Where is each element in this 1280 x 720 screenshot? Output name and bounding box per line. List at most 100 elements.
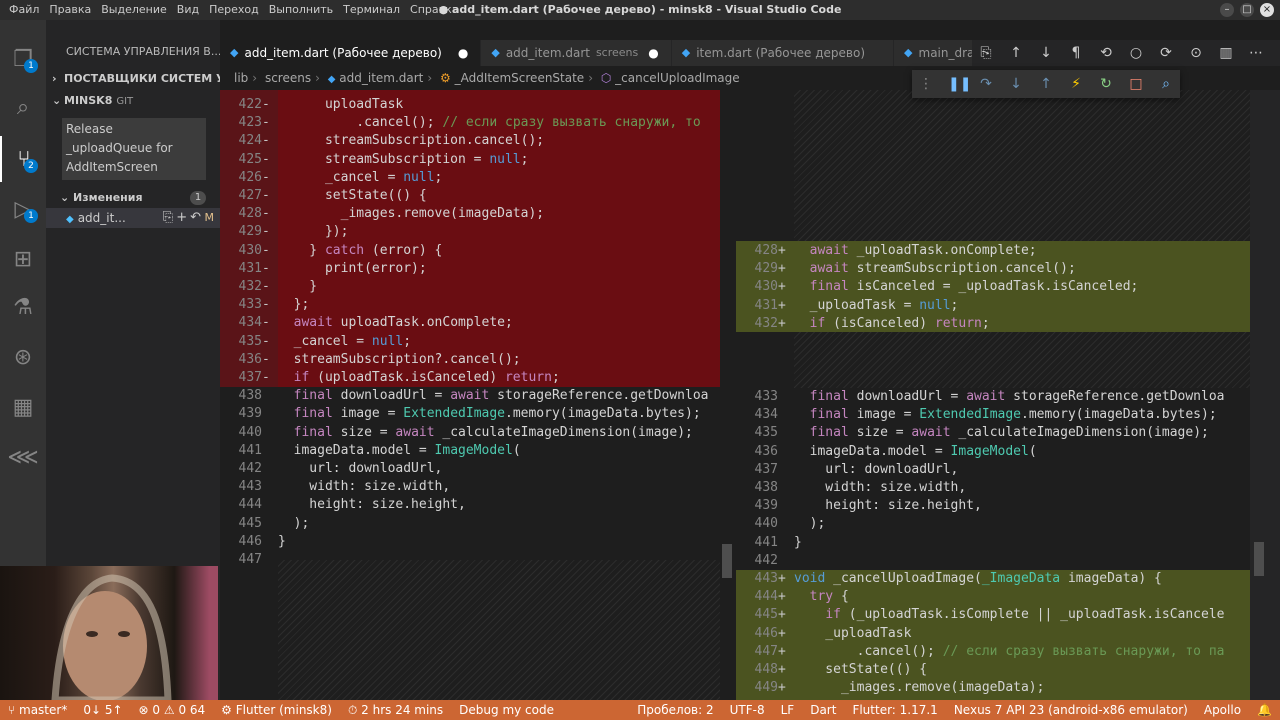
code-text: streamSubscription?.cancel(); — [278, 351, 521, 367]
docker-icon[interactable]: ▦ — [0, 384, 46, 430]
line-number: 438 — [238, 388, 262, 404]
encoding-status[interactable]: UTF-8 — [722, 700, 773, 720]
menu-item[interactable]: Правка — [44, 0, 96, 20]
menu-item[interactable]: Выполнить — [264, 0, 338, 20]
line-number: 440 — [238, 424, 262, 440]
open-file-icon[interactable]: ⎘ — [978, 45, 994, 61]
line-number: 430 — [238, 242, 262, 258]
menu-item[interactable]: Переход — [204, 0, 264, 20]
changed-file-name: add_it... — [77, 211, 126, 225]
step-over-icon[interactable]: ↷ — [978, 76, 994, 92]
stage-icon[interactable]: + — [176, 210, 190, 225]
code-text: await _uploadTask.onComplete; — [809, 243, 1037, 258]
device-status[interactable]: Nexus 7 API 23 (android-x86 emulator) — [946, 700, 1196, 720]
breadcrumb-item[interactable]: _AddItemScreenState — [455, 71, 585, 85]
indent-status[interactable]: Пробелов: 2 — [629, 700, 721, 720]
explorer-icon[interactable]: ❐ 1 — [0, 36, 46, 82]
notifications-icon[interactable]: 🔔 — [1249, 700, 1280, 720]
branch-status[interactable]: ⑂ master* — [0, 700, 75, 720]
repo-section[interactable]: ⌄ MINSK8 GIT — [46, 90, 220, 112]
editor-tab[interactable]: ◆ item.dart (Рабочее дерево) — [671, 40, 895, 66]
discard-icon[interactable]: ↶ — [190, 210, 204, 225]
restart-icon[interactable]: ↻ — [1098, 76, 1114, 92]
changed-file-item[interactable]: ◆ add_it... ⎘+↶ M — [46, 208, 220, 228]
flutter-icon[interactable]: ⋘ — [0, 434, 46, 480]
line-number: 426 — [238, 169, 262, 185]
menu-item[interactable]: Выделение — [96, 0, 172, 20]
go-back-icon[interactable]: ⟲ — [1098, 45, 1114, 61]
editor-tab[interactable]: ◆ main_drawer — [894, 40, 972, 66]
breadcrumb-item[interactable]: screens — [265, 71, 311, 85]
language-status[interactable]: Dart — [802, 700, 844, 720]
providers-section[interactable]: ›ПОСТАВЩИКИ СИСТЕМ УП... — [46, 68, 220, 90]
whitespace-icon[interactable]: ¶ — [1068, 45, 1084, 61]
run-debug-icon[interactable]: ▷ 1 — [0, 186, 46, 232]
scroll-thumb[interactable] — [722, 544, 732, 578]
code-text: await streamSubscription.cancel(); — [809, 261, 1076, 277]
flutter-status[interactable]: ⚙ Flutter (minsk8) — [213, 700, 340, 720]
diff-marker: + — [778, 589, 786, 605]
file-actions: ⎘+↶ — [163, 208, 204, 228]
scroll-thumb[interactable] — [1254, 542, 1264, 576]
step-out-icon[interactable]: ↑ — [1038, 76, 1054, 92]
commit-message-input[interactable]: Release _uploadQueue for AddItemScreen — [62, 118, 206, 180]
hot-reload-icon[interactable]: ⚡ — [1068, 76, 1084, 92]
editor-tab[interactable]: ◆ add_item.dart screens ● — [481, 40, 672, 66]
previous-change-icon[interactable]: ↑ — [1008, 45, 1024, 61]
next-change-icon[interactable]: ↓ — [1038, 45, 1054, 61]
debug-mode-status[interactable]: Debug my code — [451, 700, 562, 720]
go-forward-icon[interactable]: ⟳ — [1158, 45, 1174, 61]
split-editor-icon[interactable]: ▥ — [1218, 45, 1234, 61]
diff-modified-pane[interactable]: 428+ await _uploadTask.onComplete; 429+ a… — [736, 90, 1250, 700]
line-number: 444 — [238, 497, 262, 513]
breadcrumb-item[interactable]: lib — [234, 71, 248, 85]
minimize-button[interactable]: – — [1220, 3, 1234, 17]
pause-icon[interactable]: ❚❚ — [948, 76, 971, 92]
testing-icon[interactable]: ⚗ — [0, 284, 46, 330]
sync-status[interactable]: 0↓ 5↑ — [75, 700, 130, 720]
left-scrollbar[interactable] — [720, 90, 734, 700]
step-into-icon[interactable]: ↓ — [1008, 76, 1024, 92]
time-status[interactable]: ⏱ 2 hrs 24 mins — [340, 700, 451, 720]
open-file-icon[interactable]: ⎘ — [163, 210, 176, 225]
search-icon[interactable]: ⌕ — [0, 84, 46, 130]
diff-marker: - — [262, 224, 270, 240]
drag-handle-icon[interactable]: ⋮ — [918, 76, 934, 92]
close-button[interactable]: × — [1260, 3, 1274, 17]
circle-icon[interactable]: ○ — [1128, 45, 1144, 61]
diff-marker: - — [262, 97, 270, 112]
code-line: 434- await uploadTask.onComplete; — [220, 314, 734, 332]
code-line: 440 ); — [736, 515, 1250, 533]
line-number: 431 — [238, 260, 262, 276]
menu-item[interactable]: Вид — [172, 0, 204, 20]
extensions-icon[interactable]: ⊞ — [0, 236, 46, 282]
problems-status[interactable]: ⊗ 0 ⚠ 0 64 — [131, 700, 214, 720]
eol-status[interactable]: LF — [773, 700, 803, 720]
apollo-status[interactable]: Apollo — [1196, 700, 1249, 720]
breadcrumb-item[interactable]: add_item.dart — [339, 71, 423, 85]
maximize-button[interactable]: □ — [1240, 3, 1254, 17]
menu-item[interactable]: Файл — [4, 0, 44, 20]
right-scrollbar[interactable] — [1250, 90, 1280, 700]
git-graph-icon[interactable]: ⊛ — [0, 334, 46, 380]
source-control-icon[interactable]: ⑂ 2 — [0, 136, 46, 182]
git-lens-icon[interactable]: ⊙ — [1188, 45, 1204, 61]
editor-tab[interactable]: ◆ add_item.dart (Рабочее дерево) ● — [220, 40, 482, 66]
dart-file-icon: ◆ — [681, 46, 691, 59]
more-actions-icon[interactable]: ⋯ — [1248, 45, 1264, 61]
stop-icon[interactable]: □ — [1128, 76, 1144, 92]
diff-original-pane[interactable]: 422- uploadTask 423- .cancel(); // если с… — [220, 90, 734, 700]
breadcrumb-item[interactable]: _cancelUploadImage — [615, 71, 740, 85]
inspect-widget-icon[interactable]: ⌕ — [1158, 76, 1174, 92]
file-status: M — [204, 211, 215, 224]
code-line: 442 — [736, 552, 1250, 570]
unsaved-indicator[interactable]: ● — [458, 40, 468, 66]
menu-item[interactable]: Справка — [405, 0, 463, 20]
flutter-version-status[interactable]: Flutter: 1.17.1 — [844, 700, 945, 720]
code-text: setState(() { — [794, 662, 928, 677]
line-number: 442 — [238, 461, 262, 476]
empty-region — [794, 90, 1250, 241]
unsaved-indicator[interactable]: ● — [648, 40, 658, 66]
menu-item[interactable]: Терминал — [338, 0, 405, 20]
changes-group[interactable]: ⌄ Изменения 1 — [46, 188, 220, 208]
